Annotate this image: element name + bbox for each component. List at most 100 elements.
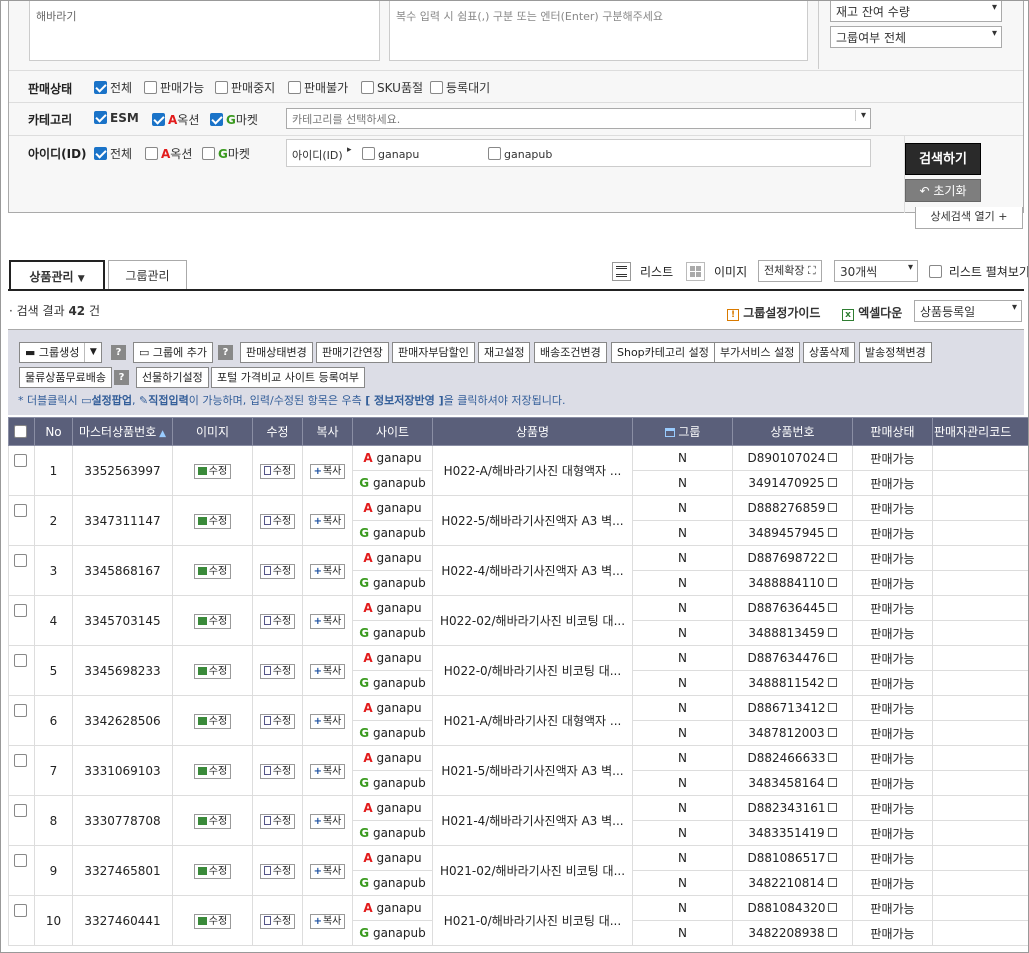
row-checkbox-cell[interactable] <box>8 545 35 596</box>
product-number[interactable]: D887698722 <box>748 551 826 565</box>
category-gmarket[interactable]: G마켓 <box>210 111 258 128</box>
product-number-cell[interactable]: 3483351419 <box>732 820 853 846</box>
sale-status-all[interactable]: 전체 <box>94 79 132 96</box>
sale-status-sku-soldout[interactable]: SKU품절 <box>361 79 423 96</box>
seller-code[interactable] <box>932 495 1028 521</box>
seller-code[interactable] <box>932 570 1028 596</box>
product-number[interactable]: D888276859 <box>748 501 826 515</box>
category-select[interactable]: 카테고리를 선택하세요. ▾ <box>286 108 871 129</box>
external-link-icon[interactable] <box>828 903 838 912</box>
seller-code[interactable] <box>932 795 1028 821</box>
edit-button[interactable]: 수정 <box>259 613 296 629</box>
id-auction[interactable]: A옥션 <box>145 145 192 162</box>
row-checkbox-cell[interactable] <box>8 445 35 496</box>
external-link-icon[interactable] <box>827 578 837 587</box>
keyword-textarea[interactable]: 해바라기 <box>29 1 380 61</box>
product-number[interactable]: 3483458164 <box>748 776 824 790</box>
row-checkbox-cell[interactable] <box>8 495 35 546</box>
product-number[interactable]: D881086517 <box>748 851 826 865</box>
external-link-icon[interactable] <box>828 803 838 812</box>
row-checkbox-cell[interactable] <box>8 695 35 746</box>
id-gmarket[interactable]: G마켓 <box>202 145 250 162</box>
copy-button[interactable]: +복사 <box>309 463 346 479</box>
product-number-cell[interactable]: D890107024 <box>732 445 853 471</box>
copy-button[interactable]: +복사 <box>309 663 346 679</box>
product-name[interactable]: H022-0/해바라기사진 비코팅 대... <box>432 645 633 696</box>
external-link-icon[interactable] <box>828 753 838 762</box>
seller-discount-button[interactable]: 판매자부담할인 <box>392 342 475 363</box>
product-number-cell[interactable]: 3488811542 <box>732 670 853 696</box>
external-link-icon[interactable] <box>827 628 837 637</box>
checkbox-icon[interactable] <box>145 147 158 160</box>
copy-button[interactable]: +복사 <box>309 763 346 779</box>
product-number-cell[interactable]: 3491470925 <box>732 470 853 496</box>
product-name[interactable]: H021-0/해바라기사진 비코팅 대... <box>432 895 633 946</box>
product-number[interactable]: D881084320 <box>748 901 826 915</box>
table-row[interactable]: 1 3352563997 수정 수정 +복사 A ganapu H022-A/해바라기사진 … <box>8 445 1028 496</box>
seller-code[interactable] <box>932 920 1028 946</box>
checkbox-icon[interactable] <box>94 147 107 160</box>
external-link-icon[interactable] <box>827 778 837 787</box>
external-link-icon[interactable] <box>827 728 837 737</box>
external-link-icon[interactable] <box>828 603 838 612</box>
product-number-cell[interactable]: D882466633 <box>732 745 853 771</box>
edit-button[interactable]: 수정 <box>259 813 296 829</box>
product-number-cell[interactable]: D882343161 <box>732 795 853 821</box>
id-option-ganapu[interactable]: ganapu <box>362 147 419 161</box>
sale-status-available[interactable]: 판매가능 <box>144 79 204 96</box>
seller-code[interactable] <box>932 720 1028 746</box>
image-view-label[interactable]: 이미지 <box>714 263 747 280</box>
sale-status-stopped[interactable]: 판매중지 <box>215 79 275 96</box>
checkbox-icon[interactable] <box>13 804 27 817</box>
category-esm[interactable]: ESM <box>94 111 139 125</box>
checkbox-icon[interactable] <box>13 754 27 767</box>
external-link-icon[interactable] <box>828 853 838 862</box>
shop-category-button[interactable]: Shop카테고리 설정 <box>611 342 715 363</box>
checkbox-icon[interactable] <box>13 424 27 438</box>
seller-code[interactable] <box>932 845 1028 871</box>
tab-product-management[interactable]: 상품관리 ▼ <box>9 260 105 290</box>
product-number[interactable]: D882343161 <box>748 801 826 815</box>
checkbox-icon[interactable] <box>13 554 27 567</box>
external-link-icon[interactable] <box>827 528 837 537</box>
table-row[interactable]: 5 3345698233 수정 수정 +복사 A ganapu H022-0/해바라기사진 … <box>8 645 1028 696</box>
seller-code[interactable] <box>932 520 1028 546</box>
copy-button[interactable]: +복사 <box>309 863 346 879</box>
group-select[interactable]: 그룹여부 전체 ▾ <box>830 26 1002 48</box>
checkbox-icon[interactable] <box>210 113 223 126</box>
checkbox-icon[interactable] <box>144 81 157 94</box>
copy-button[interactable]: +복사 <box>309 813 346 829</box>
product-number[interactable]: 3491470925 <box>748 476 824 490</box>
external-link-icon[interactable] <box>828 453 838 462</box>
copy-button[interactable]: +복사 <box>309 563 346 579</box>
group-create-button[interactable]: ▬ 그룹생성 ▼ <box>19 342 103 363</box>
seller-code[interactable] <box>932 895 1028 921</box>
copy-button[interactable]: +복사 <box>309 913 346 929</box>
product-number[interactable]: 3482208938 <box>748 926 824 940</box>
table-row[interactable]: 7 3331069103 수정 수정 +복사 A ganapu H021-5/해바라기사진액… <box>8 745 1028 796</box>
edit-button[interactable]: 수정 <box>259 563 296 579</box>
external-link-icon[interactable] <box>827 478 837 487</box>
product-number-cell[interactable]: D881086517 <box>732 845 853 871</box>
external-link-icon[interactable] <box>827 928 837 937</box>
help-icon[interactable]: ? <box>218 345 233 360</box>
col-master-number[interactable]: 마스터상품번호 ▲ <box>72 417 173 446</box>
checkbox-icon[interactable] <box>215 81 228 94</box>
product-number-cell[interactable]: D881084320 <box>732 895 853 921</box>
checkbox-icon[interactable] <box>13 654 27 667</box>
sort-asc-icon[interactable]: ▲ <box>156 429 166 439</box>
list-expand-option[interactable]: 리스트 펼쳐보기 <box>929 263 1028 280</box>
checkbox-icon[interactable] <box>362 147 375 160</box>
checkbox-icon[interactable] <box>152 113 165 126</box>
seller-code[interactable] <box>932 670 1028 696</box>
edit-button[interactable]: 수정 <box>259 913 296 929</box>
help-icon[interactable]: ? <box>111 345 126 360</box>
edit-button[interactable]: 수정 <box>259 713 296 729</box>
product-number-cell[interactable]: 3488884110 <box>732 570 853 596</box>
row-checkbox-cell[interactable] <box>8 745 35 796</box>
seller-code[interactable] <box>932 470 1028 496</box>
shipping-policy-button[interactable]: 발송정책변경 <box>859 342 932 363</box>
image-edit-button[interactable]: 수정 <box>193 763 232 779</box>
product-number[interactable]: D887636445 <box>748 601 826 615</box>
external-link-icon[interactable] <box>827 878 837 887</box>
